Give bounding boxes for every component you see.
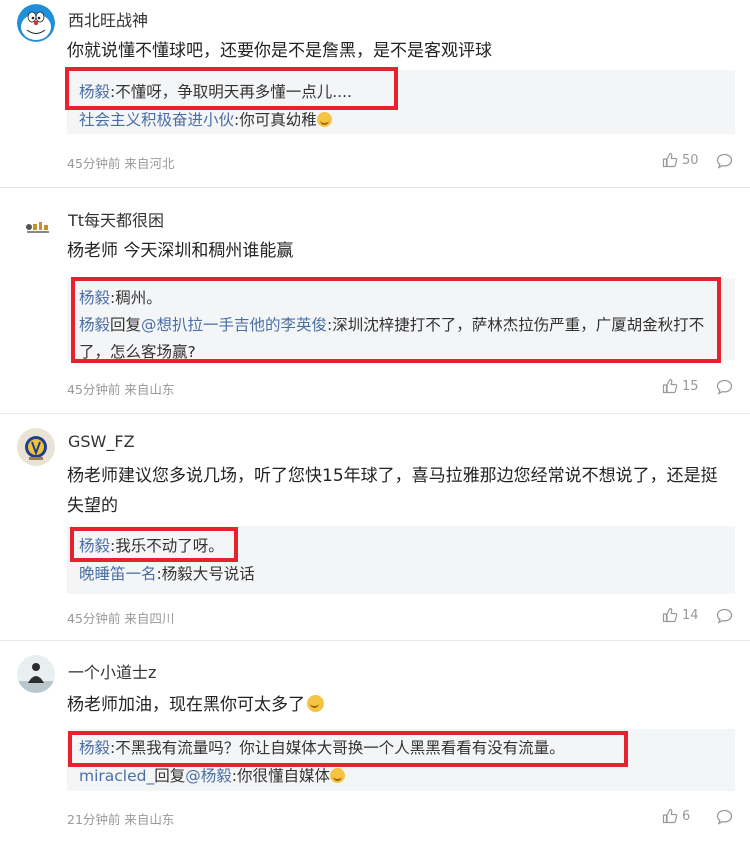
comment-username[interactable]: Tt每天都很困 [68, 207, 164, 231]
grin-emoji-icon [330, 768, 345, 783]
reply-text: :不懂呀，争取明天再多懂一点儿.... [110, 83, 352, 101]
speech-bubble-icon [716, 153, 733, 169]
thumbs-up-icon [662, 152, 678, 168]
cartoon-avatar-icon[interactable] [17, 204, 55, 242]
reply-button[interactable] [716, 153, 733, 169]
thumbs-up-icon [662, 378, 678, 394]
speech-bubble-icon [716, 379, 733, 395]
comment-username[interactable]: 西北旺战神 [68, 7, 148, 31]
reply-item[interactable]: 杨毅回复@想扒拉一手吉他的李英俊:深圳沈梓捷打不了，萨林杰拉伤严重，广厦胡金秋打… [67, 312, 735, 366]
comment-meta: 45分钟前 来自山东 [67, 382, 175, 397]
reply-author[interactable]: 社会主义积极奋进小伙 [79, 111, 234, 129]
reply-button[interactable] [716, 379, 733, 395]
reply-author[interactable]: miracled_ [79, 767, 154, 785]
reply-mention[interactable]: @杨毅 [185, 767, 232, 785]
like-button[interactable]: 14 [662, 607, 699, 623]
reply-author[interactable]: 晚睡笛一名 [79, 565, 157, 583]
taoist-avatar-icon[interactable] [17, 655, 55, 693]
reply-button[interactable] [716, 809, 733, 825]
reply-item[interactable]: 晚睡笛一名:杨毅大号说话 [67, 560, 735, 588]
comment-1: 西北旺战神 你就说懂不懂球吧，还要你是不是詹黑，是不是客观评球 杨毅:不懂呀，争… [0, 0, 750, 187]
reply-text: :杨毅大号说话 [156, 565, 255, 583]
like-count: 6 [682, 808, 691, 824]
reply-mention[interactable]: @想扒拉一手吉他的李英俊 [141, 316, 327, 334]
reply-item[interactable]: miracled_回复@杨毅:你很懂自媒体 [67, 762, 735, 790]
comment-username[interactable]: 一个小道士z [68, 659, 156, 683]
like-count: 14 [682, 607, 699, 623]
comment-meta: 45分钟前 来自四川 [67, 611, 175, 626]
comment-username[interactable]: GSW_FZ [68, 432, 135, 451]
reply-author[interactable]: 杨毅 [79, 739, 110, 757]
like-button[interactable]: 50 [662, 152, 699, 168]
reply-item[interactable]: 杨毅:我乐不动了呀。 [67, 532, 735, 560]
reply-author[interactable]: 杨毅 [79, 289, 110, 307]
comment-3: GSW_FZ 杨老师建议您多说几场，听了您快15年球了，喜马拉雅那边您经常说不想… [0, 414, 750, 640]
comment-text: 杨老师 今天深圳和稠州谁能赢 [67, 241, 294, 261]
comment-meta: 21分钟前 来自山东 [67, 812, 175, 827]
reply-text: :我乐不动了呀。 [110, 537, 224, 555]
reply-list: 杨毅:我乐不动了呀。 晚睡笛一名:杨毅大号说话 [67, 526, 735, 594]
comment-text: 杨老师加油，现在黑你可太多了 [67, 690, 732, 720]
reply-item[interactable]: 社会主义积极奋进小伙:你可真幼稚 [67, 106, 735, 134]
comment-4: 一个小道士z 杨老师加油，现在黑你可太多了 杨毅:不黑我有流量吗？你让自媒体大哥… [0, 641, 750, 843]
like-button[interactable]: 6 [662, 808, 690, 824]
speech-bubble-icon [716, 608, 733, 624]
like-count: 50 [682, 152, 699, 168]
reply-author[interactable]: 杨毅 [79, 316, 110, 334]
thumbs-up-icon [662, 808, 678, 824]
reply-author[interactable]: 杨毅 [79, 83, 110, 101]
comment-text: 杨老师建议您多说几场，听了您快15年球了，喜马拉雅那边您经常说不想说了，还是挺失… [67, 466, 718, 516]
reply-list: 杨毅:不懂呀，争取明天再多懂一点儿.... 社会主义积极奋进小伙:你可真幼稚 [67, 70, 735, 134]
reply-text: :稠州。 [110, 289, 162, 307]
reply-author[interactable]: 杨毅 [79, 537, 110, 555]
comment-meta: 45分钟前 来自河北 [67, 156, 175, 171]
reply-word: 回复 [154, 767, 186, 785]
grin-emoji-icon [316, 112, 332, 127]
comment-text: 你就说懂不懂球吧，还要你是不是詹黑，是不是客观评球 [67, 41, 492, 61]
reply-item[interactable]: 杨毅:不黑我有流量吗？你让自媒体大哥换一个人黑黑看看有没有流量。 [67, 734, 735, 762]
comment-text-content: 杨老师加油，现在黑你可太多了 [67, 695, 305, 715]
reply-button[interactable] [716, 608, 733, 624]
like-button[interactable]: 15 [662, 378, 699, 394]
reply-list: 杨毅:稠州。 杨毅回复@想扒拉一手吉他的李英俊:深圳沈梓捷打不了，萨林杰拉伤严重… [67, 278, 735, 361]
reply-text: :你很懂自媒体 [231, 767, 330, 785]
reply-word: 回复 [110, 316, 142, 334]
reply-item[interactable]: 杨毅:稠州。 [67, 284, 735, 312]
comment-2: Tt每天都很困 杨老师 今天深圳和稠州谁能赢 杨毅:稠州。 杨毅回复@想扒拉一手… [0, 188, 750, 413]
doraemon-avatar-icon[interactable] [17, 4, 55, 42]
thumbs-up-icon [662, 607, 678, 623]
speech-bubble-icon [716, 809, 733, 825]
reply-text: :不黑我有流量吗？你让自媒体大哥换一个人黑黑看看有没有流量。 [110, 739, 565, 757]
warriors-logo-avatar-icon[interactable] [17, 428, 55, 466]
laugh-cry-emoji-icon [307, 695, 324, 712]
reply-list: 杨毅:不黑我有流量吗？你让自媒体大哥换一个人黑黑看看有没有流量。 miracle… [67, 729, 735, 791]
reply-item[interactable]: 杨毅:不懂呀，争取明天再多懂一点儿.... [67, 78, 735, 106]
reply-text: :你可真幼稚 [234, 111, 317, 129]
like-count: 15 [682, 378, 699, 394]
